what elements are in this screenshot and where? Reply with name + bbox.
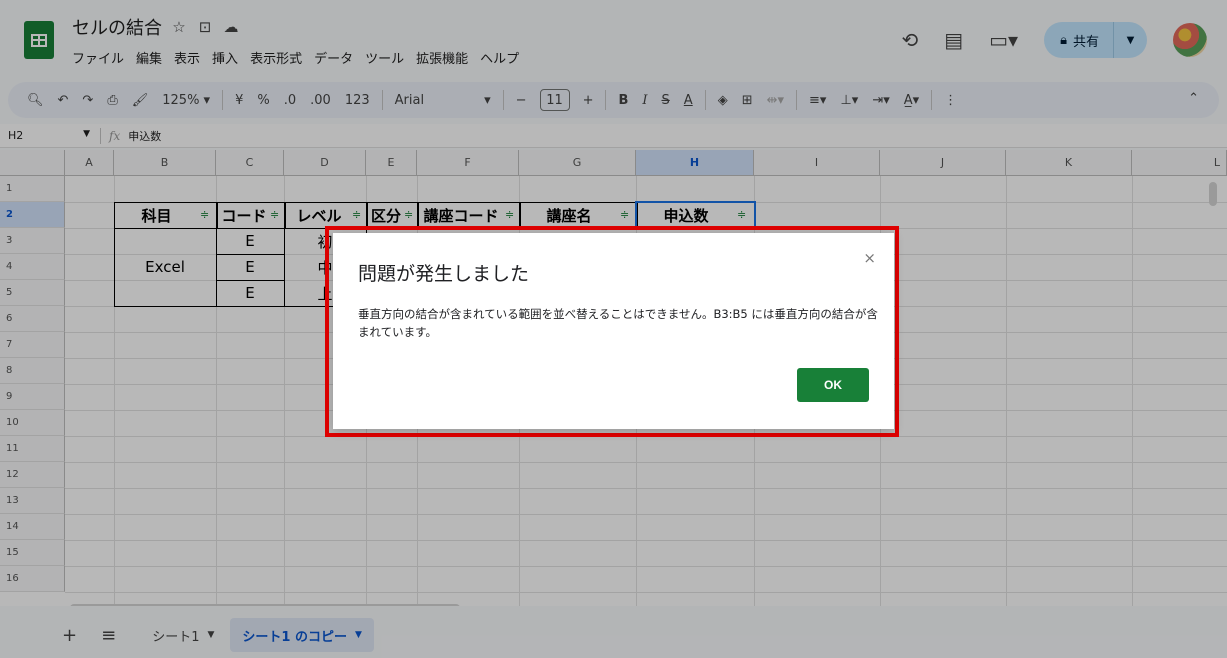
dialog-title: 問題が発生しました bbox=[358, 263, 530, 285]
error-dialog: 問題が発生しました × 垂直方向の結合が含まれている範囲を並べ替えることはできま… bbox=[333, 233, 894, 429]
close-icon[interactable]: × bbox=[863, 249, 876, 267]
ok-button[interactable]: OK bbox=[797, 368, 869, 402]
dialog-message: 垂直方向の結合が含まれている範囲を並べ替えることはできません。B3:B5 には垂… bbox=[358, 307, 878, 339]
